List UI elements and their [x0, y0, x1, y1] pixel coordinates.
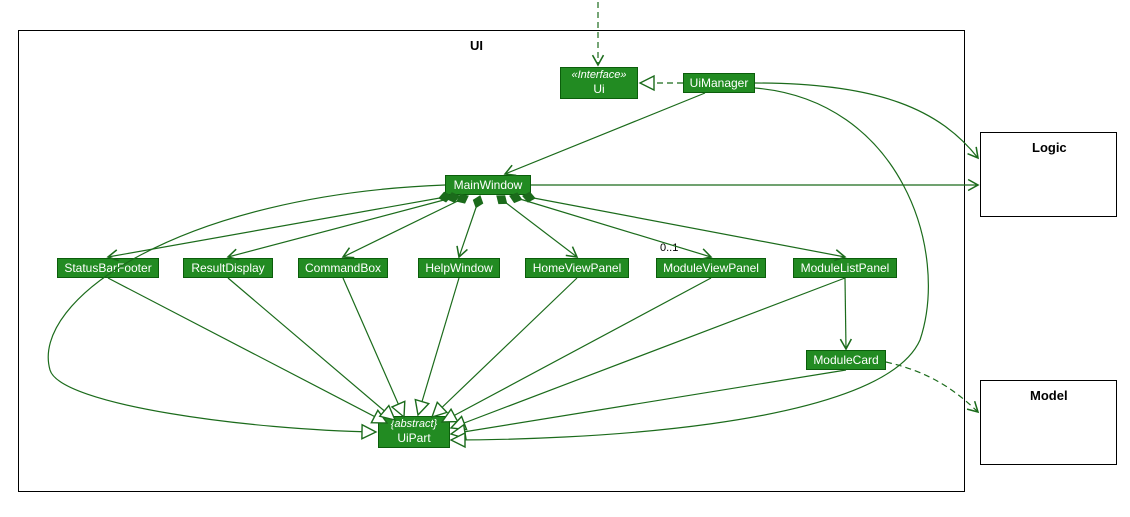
class-commandbox: CommandBox: [298, 258, 388, 278]
class-mainwindow: MainWindow: [445, 175, 531, 195]
class-modulelistpanel: ModuleListPanel: [793, 258, 897, 278]
class-moduleviewpanel: ModuleViewPanel: [656, 258, 766, 278]
multiplicity-moduleviewpanel: 0..1: [660, 242, 678, 254]
class-statusbarfooter: StatusBarFooter: [57, 258, 159, 278]
package-logic-label: Logic: [1032, 140, 1067, 155]
stereotype-abstract: {abstract}: [391, 418, 437, 431]
class-resultdisplay: ResultDisplay: [183, 258, 273, 278]
class-modulecard: ModuleCard: [806, 350, 886, 370]
class-uipart: {abstract} UiPart: [378, 416, 450, 448]
class-homeviewpanel: HomeViewPanel: [525, 258, 629, 278]
class-helpwindow: HelpWindow: [418, 258, 500, 278]
class-uipart-name: UiPart: [397, 431, 430, 445]
package-ui-label: UI: [470, 38, 483, 53]
class-ui-interface: «Interface» Ui: [560, 67, 638, 99]
class-ui-name: Ui: [593, 82, 604, 96]
class-uimanager: UiManager: [683, 73, 755, 93]
package-model-label: Model: [1030, 388, 1068, 403]
stereotype-interface: «Interface»: [571, 69, 626, 82]
